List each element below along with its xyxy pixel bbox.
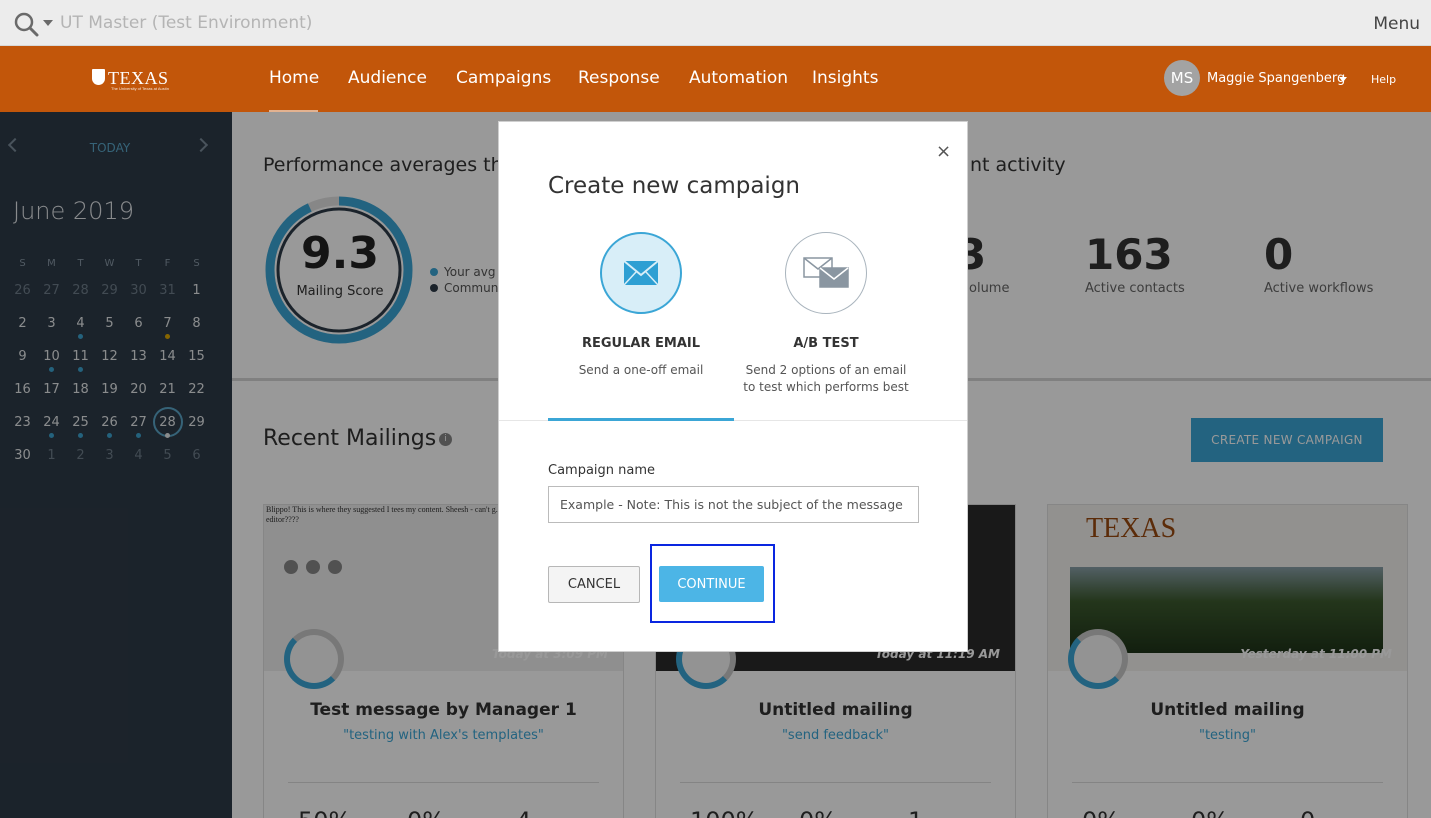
search-icon[interactable] [13,10,41,38]
nav-item-insights[interactable]: Insights [812,68,878,88]
main-navbar: TEXAS The University of Texas at Austin … [0,46,1431,113]
logo-wordmark: TEXAS [108,68,169,88]
help-link[interactable]: Help [1371,73,1396,86]
selected-option-indicator [548,418,734,421]
nav-item-campaigns[interactable]: Campaigns [456,68,551,88]
texas-logo[interactable]: TEXAS The University of Texas at Austin [92,68,169,91]
user-menu-chevron-down-icon[interactable] [1339,77,1347,82]
campaign-name-input[interactable] [548,486,919,523]
menu-link[interactable]: Menu [1373,14,1420,34]
campaign-name-label: Campaign name [548,463,656,478]
user-menu[interactable]: Maggie Spangenberg [1207,71,1345,86]
create-campaign-modal: × Create new campaign REGULAR EMAIL Send… [498,121,968,652]
regular-email-option[interactable] [600,232,682,314]
double-envelope-icon [803,257,849,288]
search-input[interactable] [60,9,560,37]
ab-test-option[interactable] [785,232,867,314]
nav-item-home[interactable]: Home [269,68,319,88]
ab-test-description: Send 2 options of an email to test which… [743,363,909,394]
regular-email-label[interactable]: REGULAR EMAIL [548,336,734,351]
search-scope-chevron-down-icon[interactable] [43,20,53,26]
close-icon[interactable]: × [936,141,951,162]
cancel-button[interactable]: CANCEL [548,566,640,603]
logo-subtext: The University of Texas at Austin [111,86,169,91]
modal-title: Create new campaign [548,173,800,199]
envelope-icon [623,260,659,286]
nav-item-audience[interactable]: Audience [348,68,427,88]
ab-test-label[interactable]: A/B TEST [733,336,919,351]
shield-icon [92,69,105,85]
top-search-bar: Menu [0,0,1431,46]
nav-item-automation[interactable]: Automation [689,68,788,88]
continue-button[interactable]: CONTINUE [659,566,764,602]
avatar[interactable]: MS [1164,60,1200,96]
nav-item-response[interactable]: Response [578,68,660,88]
regular-email-description: Send a one-off email [578,363,704,377]
